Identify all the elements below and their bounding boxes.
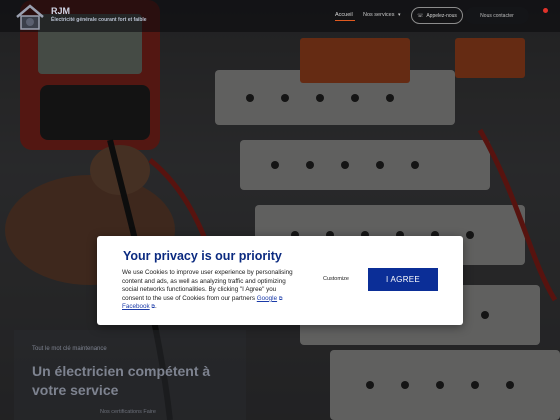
cookie-consent-dialog: Your privacy is our priority We use Cook…: [97, 236, 463, 325]
site-header: RJM Électricité générale courant fort et…: [0, 0, 560, 32]
phone-icon: ☏: [417, 12, 424, 19]
external-link-icon: ⧉: [278, 295, 283, 302]
brand-tagline: Électricité générale courant fort et fai…: [51, 17, 147, 23]
external-link-icon: ⧉: [151, 304, 155, 311]
hero-title: Un électricien compétent à votre service: [32, 363, 211, 398]
chevron-down-icon[interactable]: ▾: [398, 12, 401, 18]
hero-kicker: Tout le mot clé maintenance: [32, 346, 107, 352]
customize-button[interactable]: Customize: [323, 276, 349, 282]
google-link[interactable]: Google: [257, 295, 277, 302]
nav-item-services[interactable]: Nos services: [363, 12, 394, 18]
notification-dot: [543, 8, 548, 13]
hero-subtitle: Nos certifications Faire: [100, 409, 156, 415]
call-button-label: Appelez-nous: [426, 12, 457, 19]
consent-title: Your privacy is our priority: [123, 249, 282, 263]
call-button[interactable]: ☏ Appelez-nous: [411, 7, 463, 24]
contact-button[interactable]: Nous contacter: [465, 7, 529, 24]
consent-body: We use Cookies to improve user experienc…: [122, 269, 293, 311]
facebook-link[interactable]: Facebook: [122, 303, 150, 310]
nav-item-home[interactable]: Accueil: [335, 12, 353, 18]
nav-active-indicator: [335, 20, 355, 21]
house-logo-icon[interactable]: [14, 4, 46, 30]
agree-button[interactable]: I AGREE: [368, 268, 438, 291]
brand-name[interactable]: RJM: [51, 6, 70, 16]
